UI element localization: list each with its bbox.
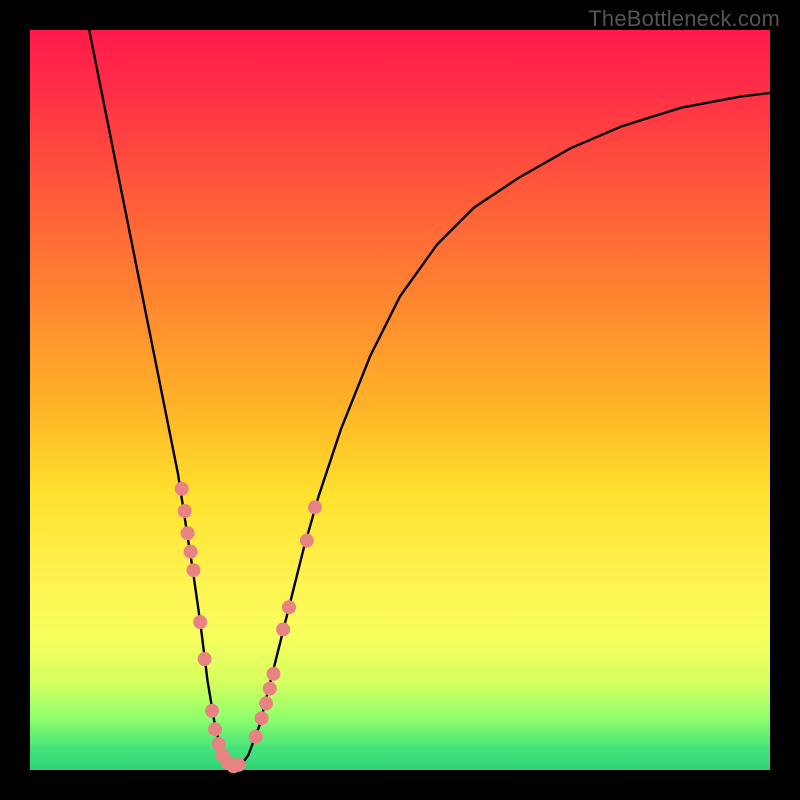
data-beads <box>175 482 322 774</box>
data-bead <box>232 758 246 772</box>
data-bead <box>249 730 263 744</box>
plot-area <box>30 30 770 770</box>
data-bead <box>178 504 192 518</box>
data-bead <box>259 696 273 710</box>
data-bead <box>267 667 281 681</box>
data-bead <box>198 652 212 666</box>
data-bead <box>208 722 222 736</box>
data-bead <box>255 711 269 725</box>
data-bead <box>187 563 201 577</box>
chart-frame: TheBottleneck.com <box>0 0 800 800</box>
curve-layer <box>30 30 770 770</box>
watermark-label: TheBottleneck.com <box>588 6 780 32</box>
bottleneck-curve <box>89 30 770 770</box>
data-bead <box>175 482 189 496</box>
data-bead <box>193 615 207 629</box>
data-bead <box>276 622 290 636</box>
data-bead <box>263 682 277 696</box>
data-bead <box>181 526 195 540</box>
data-bead <box>184 545 198 559</box>
data-bead <box>300 534 314 548</box>
data-bead <box>308 500 322 514</box>
data-bead <box>205 704 219 718</box>
data-bead <box>282 600 296 614</box>
